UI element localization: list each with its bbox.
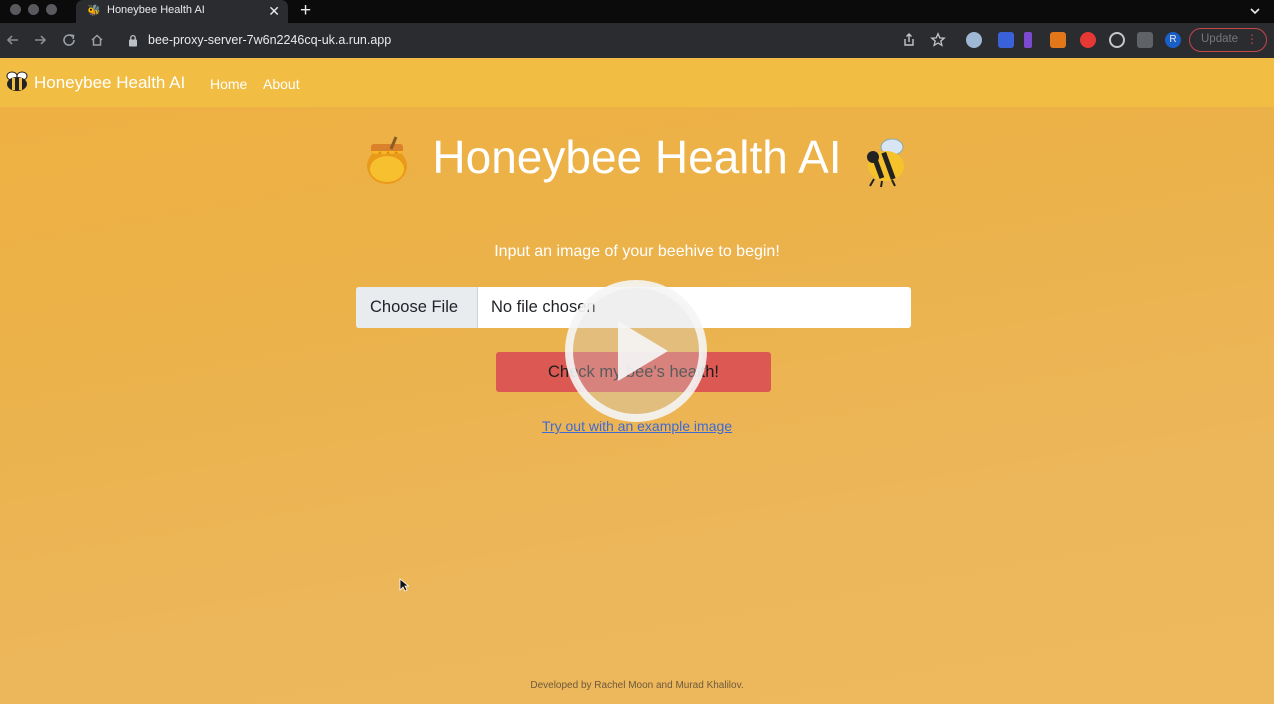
metamask-fox-icon[interactable]: [1050, 32, 1066, 48]
choose-file-label: Choose File: [370, 298, 459, 316]
nav-link-about[interactable]: About: [263, 76, 300, 92]
honey-pot-icon: [366, 136, 407, 184]
browser-tab[interactable]: 🐝 Honeybee Health AI ✕: [76, 0, 288, 23]
profile-avatar[interactable]: R: [1165, 32, 1181, 48]
mouse-cursor-icon: [399, 578, 409, 592]
update-button[interactable]: Update ⋮: [1189, 28, 1267, 52]
tab-search-chevron-icon[interactable]: [1248, 3, 1262, 19]
tab-title: Honeybee Health AI: [107, 4, 205, 16]
extension-bar-icon[interactable]: [1024, 32, 1032, 48]
new-tab-button[interactable]: +: [300, 0, 311, 21]
site-navbar: Honeybee Health AI Home About: [0, 58, 1274, 107]
lock-icon[interactable]: [128, 34, 138, 47]
bee-logo-icon[interactable]: [3, 70, 31, 94]
kebab-menu-icon[interactable]: ⋮: [1246, 32, 1258, 46]
extension-shortcut-icon[interactable]: [998, 32, 1014, 48]
back-arrow-icon[interactable]: [4, 31, 22, 49]
choose-file-button[interactable]: Choose File: [356, 287, 478, 328]
home-icon[interactable]: [88, 31, 106, 49]
nav-link-home[interactable]: Home: [210, 76, 247, 92]
page-title-row: Honeybee Health AI: [0, 130, 1274, 187]
window-zoom-dot[interactable]: [46, 4, 57, 15]
navbar-brand[interactable]: Honeybee Health AI: [34, 73, 185, 93]
extension-globe-icon[interactable]: [966, 32, 982, 48]
window-minimize-dot[interactable]: [28, 4, 39, 15]
page-title: Honeybee Health AI: [432, 131, 842, 183]
address-bar[interactable]: bee-proxy-server-7w6n2246cq-uk.a.run.app: [118, 27, 958, 54]
page-footer: Developed by Rachel Moon and Murad Khali…: [530, 680, 744, 691]
extensions-puzzle-icon[interactable]: [1137, 32, 1153, 48]
update-label: Update: [1201, 33, 1239, 45]
adblock-icon[interactable]: [1080, 32, 1096, 48]
bookmark-star-icon[interactable]: [930, 32, 946, 48]
reload-icon[interactable]: [60, 31, 78, 49]
window-close-dot[interactable]: [10, 4, 21, 15]
forward-arrow-icon[interactable]: [31, 31, 49, 49]
tab-close-button[interactable]: ✕: [268, 2, 280, 20]
url-text[interactable]: bee-proxy-server-7w6n2246cq-uk.a.run.app: [148, 33, 391, 47]
play-icon[interactable]: [563, 278, 709, 424]
page-subtitle: Input an image of your beehive to begin!: [494, 243, 780, 260]
browser-tab-strip: 🐝 Honeybee Health AI ✕ +: [0, 0, 1274, 23]
bee-emoji-icon: [867, 138, 905, 187]
bee-favicon-icon: 🐝: [87, 5, 101, 17]
share-icon[interactable]: [901, 32, 917, 48]
browser-toolbar: bee-proxy-server-7w6n2246cq-uk.a.run.app…: [0, 23, 1274, 58]
extension-halfcircle-icon[interactable]: [1109, 32, 1125, 48]
